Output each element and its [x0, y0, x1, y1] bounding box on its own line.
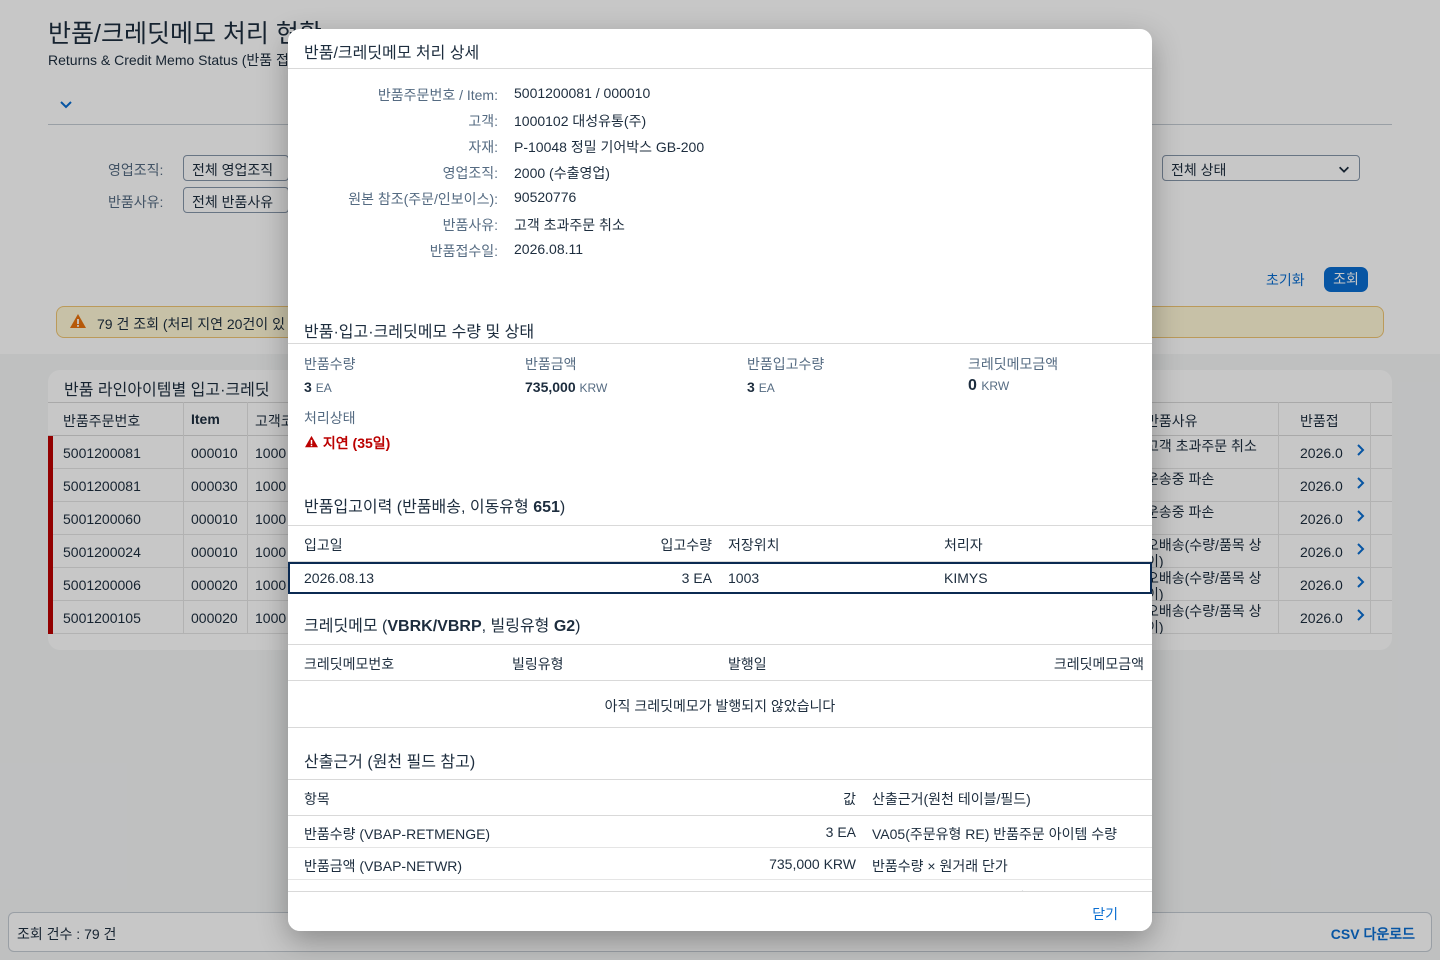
detail-label: 반품사유: [442, 217, 498, 233]
dialog-body[interactable]: 반품주문번호 / Item: 5001200081 / 000010 고객: 1000… [288, 69, 1152, 891]
detail-value: 2026.08.11 [514, 241, 584, 257]
metric-label: 반품입고수량 [747, 356, 825, 372]
metric-unit: EA [758, 381, 775, 395]
detail-field: 원본 참조(주문/인보이스): 90520776 [288, 185, 1152, 211]
metric-gr-qty: 반품입고수량 3 EA [747, 354, 824, 395]
detail-label: 원본 참조(주문/인보이스): [348, 191, 498, 207]
qty-section-title: 반품·입고·크레딧메모 수량 및 상태 [304, 324, 535, 341]
basis-source: VA05(주문유형 RE) 반품주문 아이템 수량 [872, 826, 1117, 842]
section-divider [288, 343, 1152, 344]
detail-dialog: 반품/크레딧메모 처리 상세 반품주문번호 / Item: 5001200081 … [288, 29, 1152, 931]
detail-field: 반품주문번호 / Item: 5001200081 / 000010 [288, 81, 1152, 107]
col-cm-date: 발행일 [728, 656, 767, 672]
basis-table-row: 반품입고수량 (LIPS-LFIMG, 이동유형 651)3 EA반품배송(리턴… [288, 880, 1152, 891]
gr-table-row[interactable]: 2026.08.13 3 EA 1003 KIMYS [288, 562, 1152, 594]
detail-field: 자재: P-10048 정밀 기어박스 GB-200 [288, 133, 1152, 159]
detail-label: 영업조직: [442, 165, 498, 181]
cm-title-part: ) [575, 618, 581, 635]
col-cm-amount: 크레딧메모금액 [1053, 656, 1144, 672]
detail-value: P-10048 정밀 기어박스 GB-200 [514, 139, 705, 155]
basis-item: 반품금액 (VBAP-NETWR) [304, 858, 463, 874]
cm-title-part: 크레딧메모 ( [304, 618, 388, 635]
detail-value: 고객 초과주문 취소 [514, 217, 625, 233]
gr-qty: 3 EA [681, 570, 712, 586]
detail-label: 반품주문번호 / Item: [377, 87, 498, 103]
metric-value: 3 [747, 379, 755, 395]
col-cm-no: 크레딧메모번호 [304, 656, 395, 672]
dialog-title: 반품/크레딧메모 처리 상세 [304, 45, 480, 62]
detail-value: 5001200081 / 000010 [514, 85, 651, 101]
col-gr-date: 입고일 [304, 537, 343, 553]
basis-source: 반품수량 × 원거래 단가 [872, 858, 1008, 874]
cm-title-part: G2 [553, 618, 576, 635]
basis-value: 3 EA [825, 824, 856, 840]
gr-date: 2026.08.13 [304, 570, 375, 586]
gr-title-part: 반품배송, 이동유형 [402, 499, 534, 516]
close-button[interactable]: 닫기 [1092, 904, 1118, 924]
detail-value: 1000102 대성유통(주) [514, 113, 647, 129]
metric-status: 처리상태 지연 (35일) [304, 408, 390, 453]
basis-value: 735,000 KRW [769, 856, 856, 872]
gr-title-part: ) [559, 499, 566, 516]
col-gr-loc: 저장위치 [728, 537, 780, 553]
basis-table-row: 반품금액 (VBAP-NETWR) 735,000 KRW 반품수량 × 원거래 단… [288, 848, 1152, 880]
metric-value: 3 [304, 379, 312, 395]
metric-value: 735,000 [525, 379, 576, 395]
basis-section-title: 산출근거 (원천 필드 참고) [304, 754, 476, 771]
dialog-footer: 닫기 [288, 891, 1152, 931]
metric-label: 크레딧메모금액 [968, 356, 1059, 372]
metric-unit: KRW [981, 379, 1010, 393]
status-value: 지연 (35일) [322, 435, 391, 451]
col-basis-item: 항목 [304, 791, 330, 807]
detail-label: 자재: [468, 139, 498, 155]
metric-return-qty: 반품수량 3 EA [304, 354, 356, 395]
metric-value: 0 [968, 377, 977, 394]
col-cm-type: 빌링유형 [512, 656, 564, 672]
gr-section-title: 반품입고이력 (반품배송, 이동유형 651) [304, 493, 565, 517]
col-basis-value: 값 [843, 791, 856, 807]
detail-field: 고객: 1000102 대성유통(주) [288, 107, 1152, 133]
cm-title-part: , 빌링유형 [481, 618, 554, 635]
detail-field: 반품사유: 고객 초과주문 취소 [288, 211, 1152, 237]
cm-table-header: 크레딧메모번호 빌링유형 발행일 크레딧메모금액 [288, 645, 1152, 681]
metric-label: 반품수량 [304, 356, 356, 372]
metric-label: 처리상태 [304, 410, 356, 426]
col-gr-qty: 입고수량 [660, 537, 712, 553]
gr-title-part: 반품입고이력 ( [304, 499, 403, 516]
detail-value: 2000 (수출영업) [514, 165, 610, 181]
cm-empty-message: 아직 크레딧메모가 발행되지 않았습니다 [604, 698, 836, 714]
basis-item: 반품수량 (VBAP-RETMENGE) [304, 826, 491, 842]
metric-label: 반품금액 [525, 356, 577, 372]
cm-title-part: VBRK/VBRP [387, 618, 482, 635]
col-basis-source: 산출근거(원천 테이블/필드) [872, 791, 1031, 807]
detail-label: 반품접수일: [429, 243, 498, 259]
detail-label: 고객: [468, 113, 498, 129]
metric-unit: KRW [579, 381, 608, 395]
col-gr-user: 처리자 [944, 537, 983, 553]
metric-unit: EA [315, 381, 332, 395]
gr-title-part: 651 [533, 499, 560, 516]
gr-user: KIMYS [944, 570, 988, 586]
gr-loc: 1003 [728, 570, 760, 586]
detail-field: 반품접수일: 2026.08.11 [288, 237, 1152, 263]
metric-cm-amount: 크레딧메모금액 0 KRW [968, 354, 1058, 395]
detail-field: 영업조직: 2000 (수출영업) [288, 159, 1152, 185]
error-icon [304, 435, 319, 451]
gr-table-header: 입고일 입고수량 저장위치 처리자 [288, 526, 1152, 562]
detail-value: 90520776 [514, 189, 577, 205]
cm-section-title: 크레딧메모 (VBRK/VBRP, 빌링유형 G2) [304, 612, 581, 636]
basis-table-header: 항목 값 산출근거(원천 테이블/필드) [288, 780, 1152, 816]
section-divider [288, 727, 1152, 728]
basis-table-row: 반품수량 (VBAP-RETMENGE) 3 EA VA05(주문유형 RE) 반품… [288, 816, 1152, 848]
metric-return-amount: 반품금액 735,000 KRW [525, 354, 607, 395]
